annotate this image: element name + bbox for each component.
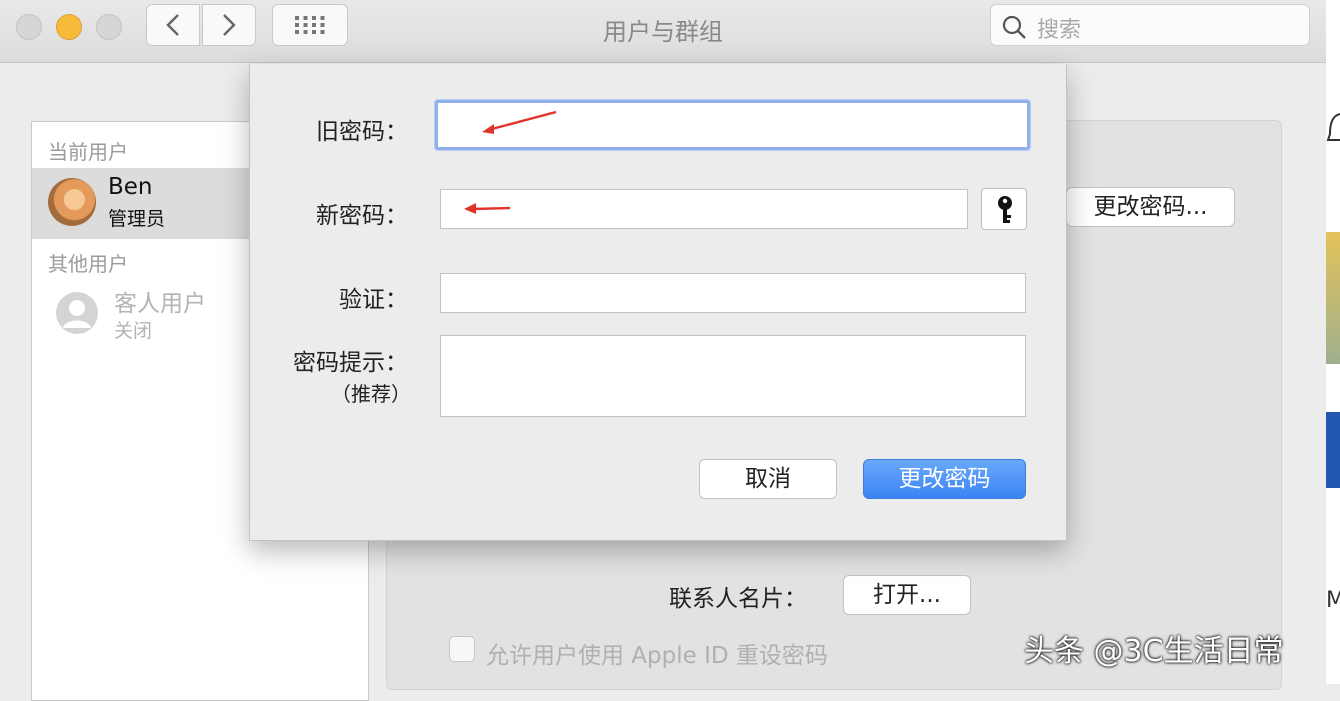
avatar xyxy=(48,178,96,226)
open-contact-button[interactable]: 打开... xyxy=(843,575,971,615)
title-bar: 用户与群组 搜索 xyxy=(0,0,1326,63)
password-hint-label: 密码提示： xyxy=(293,350,408,376)
contact-card-label: 联系人名片： xyxy=(669,586,807,612)
key-icon xyxy=(998,196,1012,223)
cancel-button[interactable]: 取消 xyxy=(699,459,837,499)
bell-icon xyxy=(1326,113,1340,141)
new-password-label: 新密码： xyxy=(316,203,408,229)
guest-user-status: 关闭 xyxy=(114,320,153,342)
user-role: 管理员 xyxy=(108,208,166,230)
adjacent-color-block xyxy=(1326,232,1340,364)
annotation-arrow-new xyxy=(464,203,511,214)
allow-apple-id-reset-label: 允许用户使用 Apple ID 重设密码 xyxy=(486,643,828,669)
verify-label: 验证： xyxy=(339,287,408,313)
current-users-heading: 当前用户 xyxy=(48,140,128,164)
old-password-label: 旧密码： xyxy=(316,119,408,145)
confirm-change-password-button[interactable]: 更改密码 xyxy=(863,459,1026,499)
adjacent-glyph: M xyxy=(1326,588,1340,613)
adjacent-window-edge: M xyxy=(1326,0,1340,684)
change-password-sheet: 旧密码： 新密码： 验证： 密码提示： （推荐） 取消 更改密码 xyxy=(249,64,1067,541)
search-placeholder: 搜索 xyxy=(1037,18,1082,43)
password-hint-sublabel: （推荐） xyxy=(331,382,411,406)
password-hint-field[interactable] xyxy=(440,335,1026,417)
other-users-heading: 其他用户 xyxy=(48,252,128,276)
watermark: 头条 @3C生活日常 xyxy=(1024,634,1284,669)
allow-apple-id-reset-checkbox[interactable] xyxy=(449,636,475,662)
new-password-field[interactable] xyxy=(440,189,968,229)
annotation-arrow-old xyxy=(482,110,557,134)
change-password-button[interactable]: 更改密码... xyxy=(1066,187,1235,227)
search-icon xyxy=(1002,15,1026,39)
guest-avatar[interactable] xyxy=(56,292,98,334)
search-field[interactable]: 搜索 xyxy=(990,4,1310,46)
user-name: Ben xyxy=(108,174,153,200)
guest-user-name[interactable]: 客人用户 xyxy=(114,284,206,318)
person-icon xyxy=(63,300,91,328)
password-assistant-button[interactable] xyxy=(981,188,1027,230)
adjacent-blue-block xyxy=(1326,412,1340,488)
verify-field[interactable] xyxy=(440,273,1026,313)
